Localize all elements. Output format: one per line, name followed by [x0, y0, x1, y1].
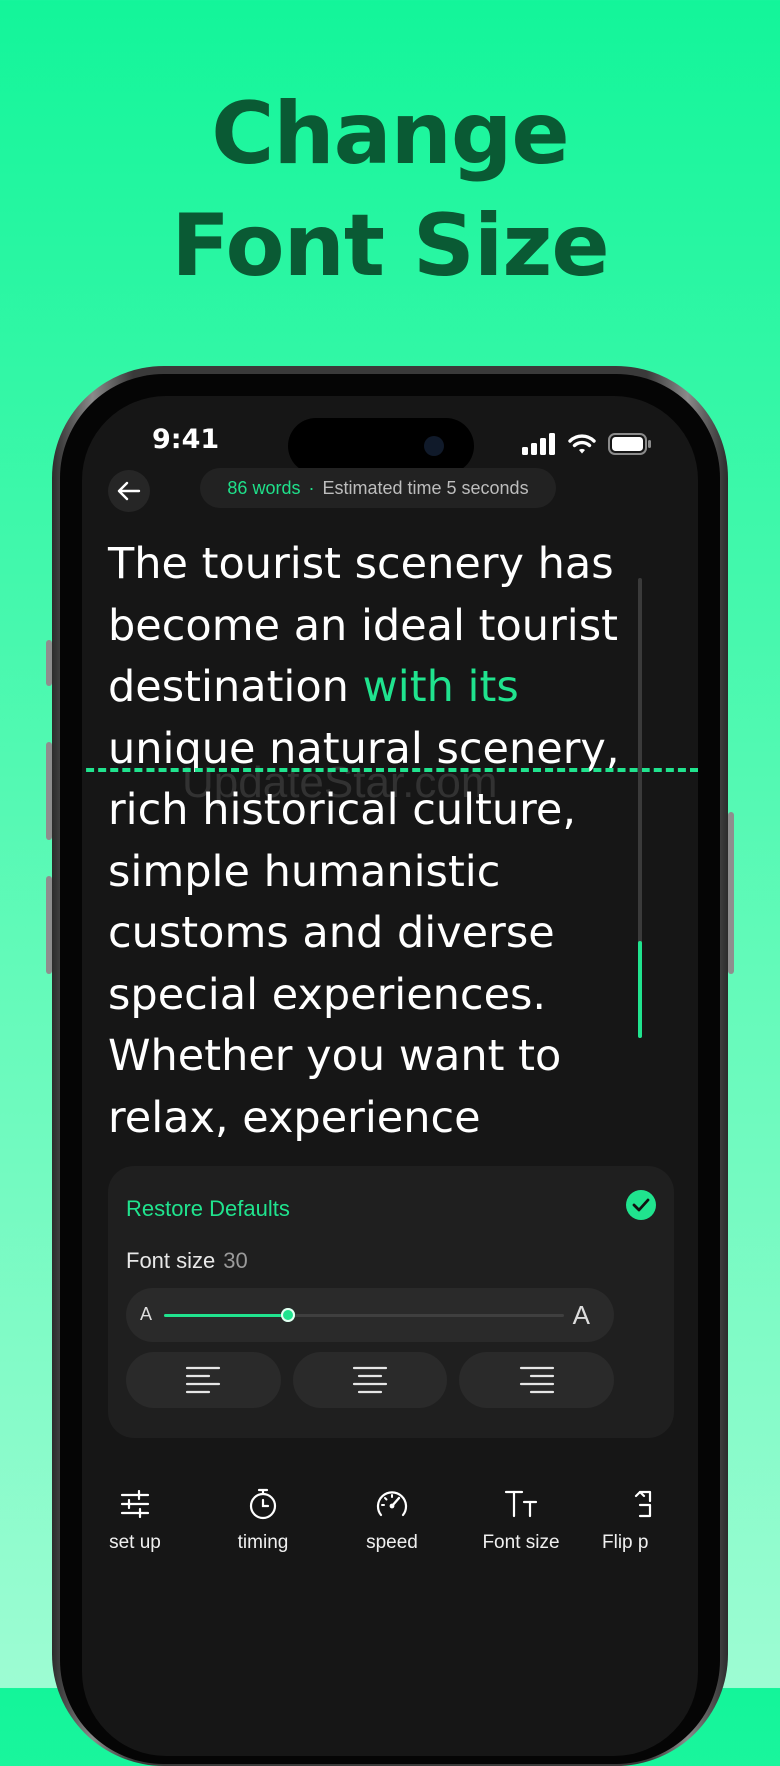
estimated-time: Estimated time 5 seconds — [322, 477, 529, 498]
script-highlighted-words: with its — [362, 662, 519, 712]
tab-label: set up — [109, 1532, 161, 1553]
reading-guide-line — [82, 768, 698, 772]
mute-switch — [46, 640, 52, 686]
headline: Change Font Size — [0, 78, 780, 302]
font-size-slider[interactable]: A A — [126, 1288, 614, 1342]
wifi-icon — [568, 434, 596, 454]
back-button[interactable] — [108, 470, 150, 512]
text-alignment-group — [126, 1352, 615, 1408]
align-left-button[interactable] — [126, 1352, 281, 1408]
font-size-label: Font size 30 — [126, 1248, 248, 1274]
tab-label: timing — [237, 1532, 289, 1553]
sliders-icon — [120, 1490, 150, 1518]
slider-track[interactable] — [164, 1308, 564, 1322]
slider-fill — [164, 1314, 288, 1317]
font-size-label-text: Font size — [126, 1248, 216, 1273]
status-bar: 9:41 — [82, 418, 698, 474]
phone-screen: 9:41 86 words · Estimated time 5 seconds… — [82, 396, 698, 1756]
status-icons — [522, 432, 652, 456]
checkmark-icon — [632, 1198, 650, 1212]
cellular-signal-icon — [522, 433, 555, 455]
tab-timing[interactable]: timing — [198, 1484, 328, 1554]
font-size-value: 30 — [223, 1248, 248, 1273]
tab-flip[interactable]: Flip p — [582, 1484, 698, 1554]
headline-line-1: Change — [211, 84, 569, 184]
tab-set-up[interactable]: set up — [82, 1484, 200, 1554]
status-time: 9:41 — [152, 424, 220, 455]
align-center-button[interactable] — [292, 1352, 448, 1408]
dynamic-island — [288, 418, 474, 474]
stopwatch-icon — [249, 1488, 277, 1520]
volume-down-button — [46, 876, 52, 974]
align-center-icon — [352, 1366, 388, 1394]
restore-defaults-button[interactable]: Restore Defaults — [126, 1196, 290, 1222]
align-right-button[interactable] — [459, 1352, 615, 1408]
speedometer-icon — [376, 1491, 408, 1517]
tab-font-size[interactable]: Font size — [456, 1484, 586, 1554]
confirm-check-button[interactable] — [626, 1190, 656, 1220]
font-size-panel: Restore Defaults Font size 30 A A — [108, 1166, 674, 1438]
small-font-indicator: A — [140, 1304, 153, 1324]
battery-icon — [608, 433, 651, 455]
tab-label: speed — [366, 1532, 418, 1553]
headline-line-2: Font Size — [171, 196, 609, 296]
volume-up-button — [46, 742, 52, 840]
arrow-left-icon — [117, 481, 141, 501]
word-count: 86 words — [227, 477, 301, 498]
script-text-after: unique natural scenery, rich historical … — [108, 723, 620, 1143]
flip-icon — [634, 1490, 652, 1518]
power-button — [728, 812, 734, 974]
font-size-icon — [504, 1490, 538, 1518]
tab-label: Font size — [482, 1532, 560, 1553]
tab-label: Flip p — [602, 1532, 649, 1553]
front-camera-icon — [424, 436, 444, 456]
tab-speed[interactable]: speed — [327, 1484, 457, 1554]
scrollbar-thumb[interactable] — [638, 941, 642, 1038]
teleprompter-script[interactable]: The tourist scenery has become an ideal … — [108, 534, 638, 1149]
slider-thumb[interactable] — [281, 1308, 295, 1322]
script-info-pill: 86 words · Estimated time 5 seconds — [200, 468, 556, 508]
large-font-indicator: A — [572, 1300, 590, 1330]
align-right-icon — [519, 1366, 554, 1394]
bottom-tab-bar: set up timing speed Font size Flip p — [82, 1484, 698, 1604]
align-left-icon — [186, 1366, 221, 1394]
info-separator: · — [308, 477, 315, 498]
